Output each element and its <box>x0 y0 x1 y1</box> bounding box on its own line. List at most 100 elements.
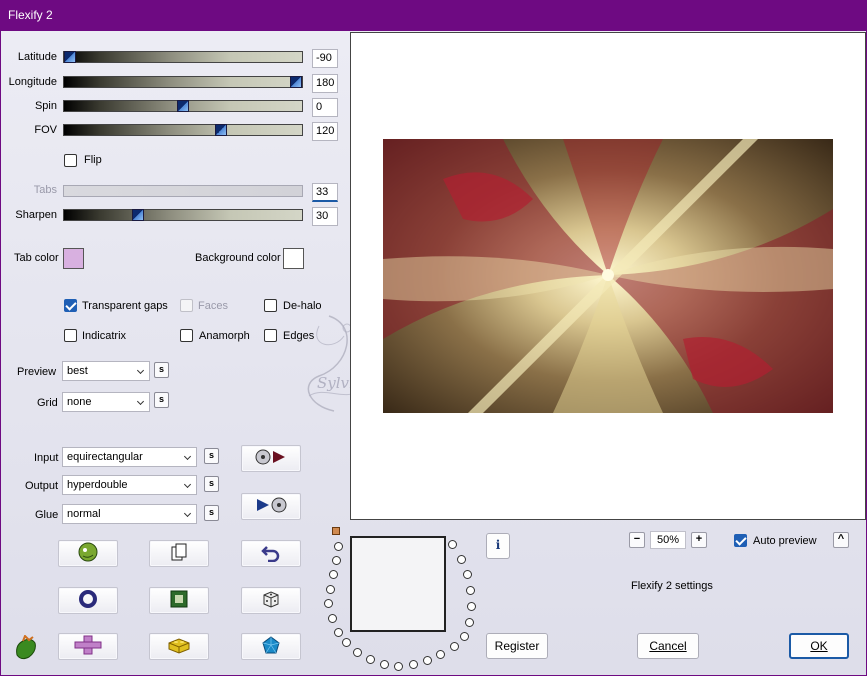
output-select-label: Output <box>25 480 59 492</box>
navigator-dot[interactable] <box>329 570 338 579</box>
navigator-dot[interactable] <box>457 555 466 564</box>
spin-slider-thumb[interactable] <box>177 100 189 112</box>
grid-select[interactable]: none <box>62 392 150 412</box>
sharpen-slider-thumb[interactable] <box>132 209 144 221</box>
dice-button[interactable] <box>241 587 301 614</box>
zoom-in-button[interactable]: + <box>691 532 707 548</box>
navigator-dot[interactable] <box>465 618 474 627</box>
navigator-dot[interactable] <box>342 638 351 647</box>
edges-checkbox[interactable] <box>264 329 277 342</box>
save-output-button[interactable] <box>241 493 301 520</box>
randomize-button[interactable] <box>58 540 118 567</box>
output-save-button[interactable]: s <box>204 476 219 492</box>
navigator-dot[interactable] <box>334 542 343 551</box>
grid-save-button[interactable]: s <box>154 392 169 408</box>
navigator-dot[interactable] <box>460 632 469 641</box>
fov-field[interactable]: 120 <box>312 122 338 141</box>
copy-button[interactable] <box>149 540 209 567</box>
navigator-dot[interactable] <box>332 556 341 565</box>
fov-slider-thumb[interactable] <box>215 124 227 136</box>
tabs-slider <box>63 185 303 197</box>
navigator-dot[interactable] <box>353 648 362 657</box>
spin-slider[interactable] <box>63 100 303 112</box>
navigator-dot[interactable] <box>436 650 445 659</box>
glue-save-button[interactable]: s <box>204 505 219 521</box>
navigator-dot[interactable] <box>366 655 375 664</box>
longitude-slider-thumb[interactable] <box>290 76 302 88</box>
auto-preview-label: Auto preview <box>753 535 817 547</box>
sharpen-label: Sharpen <box>15 209 57 221</box>
preview-save-button[interactable]: s <box>154 362 169 378</box>
faces-checkbox <box>180 299 193 312</box>
flip-checkbox[interactable] <box>64 154 77 167</box>
zoom-out-button[interactable]: − <box>629 532 645 548</box>
fov-slider[interactable] <box>63 124 303 136</box>
background-color-swatch[interactable] <box>283 248 304 269</box>
frame-icon <box>169 589 189 612</box>
zoom-level: 50% <box>650 531 686 549</box>
tabs-field[interactable]: 33 <box>312 183 338 202</box>
transparent-gaps-label: Transparent gaps <box>82 300 168 312</box>
navigator-dot[interactable] <box>326 585 335 594</box>
navigator-handle[interactable] <box>332 527 340 535</box>
cross-shape-icon <box>73 634 103 659</box>
navigator-dot[interactable] <box>448 540 457 549</box>
navigator-dot[interactable] <box>380 660 389 669</box>
input-select[interactable]: equirectangular <box>62 447 197 467</box>
preview-canvas[interactable] <box>350 32 866 520</box>
navigator-dot[interactable] <box>463 570 472 579</box>
fov-label: FOV <box>34 124 57 136</box>
glue-select-label: Glue <box>35 509 59 521</box>
navigator-dot[interactable] <box>394 662 403 671</box>
chevron-down-icon <box>136 366 145 375</box>
plus-shape-button[interactable] <box>58 633 118 660</box>
ok-button-label: OK <box>810 639 828 653</box>
navigator-thumbnail[interactable] <box>350 536 446 632</box>
input-save-button[interactable]: s <box>204 448 219 464</box>
title-bar: Flexify 2 <box>0 0 867 31</box>
ok-button[interactable]: OK <box>789 633 849 659</box>
load-input-button[interactable] <box>241 445 301 472</box>
settings-name-label: Flexify 2 settings <box>631 580 713 592</box>
navigator-dot[interactable] <box>450 642 459 651</box>
transparent-gaps-checkbox[interactable] <box>64 299 77 312</box>
collapse-button[interactable]: ^ <box>833 532 849 548</box>
copy-icon <box>169 542 189 565</box>
auto-preview-checkbox[interactable] <box>734 534 747 547</box>
longitude-field[interactable]: 180 <box>312 74 338 93</box>
latitude-slider-thumb[interactable] <box>64 51 76 63</box>
navigator-dot[interactable] <box>328 614 337 623</box>
navigator-dot[interactable] <box>324 599 333 608</box>
ring-button[interactable] <box>58 587 118 614</box>
cancel-button[interactable]: Cancel <box>637 633 699 659</box>
tab-color-swatch[interactable] <box>63 248 84 269</box>
undo-button[interactable] <box>241 540 301 567</box>
output-select[interactable]: hyperdouble <box>62 475 197 495</box>
navigator-dot[interactable] <box>409 660 418 669</box>
sharpen-slider[interactable] <box>63 209 303 221</box>
de-halo-checkbox[interactable] <box>264 299 277 312</box>
preview-select-label: Preview <box>17 366 57 378</box>
frame-button[interactable] <box>149 587 209 614</box>
spin-field[interactable]: 0 <box>312 98 338 117</box>
navigator-dot[interactable] <box>423 656 432 665</box>
brick-button[interactable] <box>149 633 209 660</box>
longitude-slider[interactable] <box>63 76 303 88</box>
input-select-label: Input <box>34 452 59 464</box>
sharpen-field[interactable]: 30 <box>312 207 338 226</box>
gem-button[interactable] <box>241 633 301 660</box>
navigator-dot[interactable] <box>467 602 476 611</box>
glue-select[interactable]: normal <box>62 504 197 524</box>
register-button[interactable]: Register <box>486 633 548 659</box>
info-button[interactable]: i <box>486 533 510 559</box>
grid-select-label: Grid <box>37 397 58 409</box>
navigator-dot[interactable] <box>334 628 343 637</box>
navigator-dot[interactable] <box>466 586 475 595</box>
latitude-field[interactable]: -90 <box>312 49 338 68</box>
preview-select[interactable]: best <box>62 361 150 381</box>
indicatrix-checkbox[interactable] <box>64 329 77 342</box>
anamorph-checkbox[interactable] <box>180 329 193 342</box>
flexify-dialog: Latitude -90 Longitude 180 Spin 0 FOV 12… <box>0 31 867 676</box>
latitude-slider[interactable] <box>63 51 303 63</box>
tabs-label: Tabs <box>33 184 57 196</box>
